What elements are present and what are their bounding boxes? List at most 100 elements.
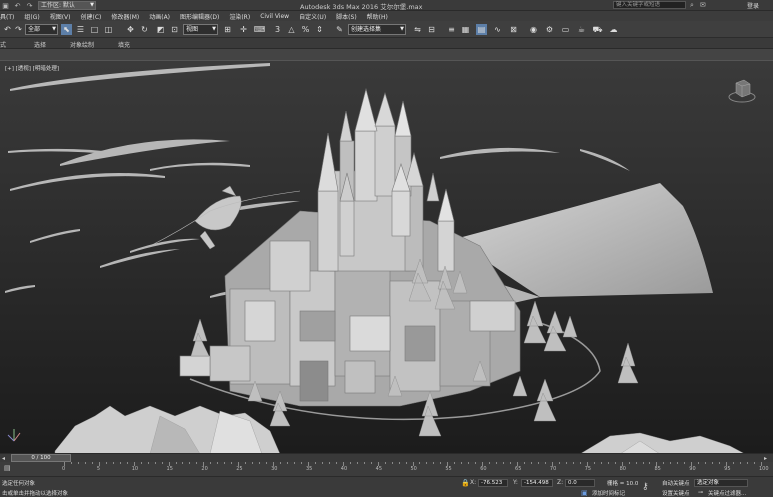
edit-named-selection-icon[interactable]: ✎ bbox=[334, 24, 345, 35]
menu-item[interactable]: 自定义(U) bbox=[299, 12, 326, 21]
ribbon-toggle-icon[interactable]: ▤ bbox=[476, 24, 487, 35]
keyboard-shortcut-icon[interactable]: ⌨ bbox=[254, 24, 266, 35]
chevron-down-icon: ▼ bbox=[90, 2, 94, 8]
chevron-down-icon: ▼ bbox=[400, 26, 404, 32]
ribbon-tab[interactable]: 对象绘制 bbox=[70, 40, 94, 49]
key-filters-button[interactable]: 关键点过滤器... bbox=[708, 489, 746, 497]
ribbon-tab[interactable]: 选择 bbox=[34, 40, 46, 49]
track-tick bbox=[196, 462, 198, 464]
chevron-right-icon[interactable]: ▸ bbox=[764, 455, 767, 462]
app-menu-icon[interactable]: ▣ bbox=[1, 1, 10, 10]
named-selection-dropdown[interactable]: 创建选择集 ▼ bbox=[348, 24, 406, 35]
menu-item[interactable]: 组(G) bbox=[24, 12, 39, 21]
mirror-icon[interactable]: ⇋ bbox=[412, 24, 423, 35]
key-selection-dropdown[interactable]: 选定对象 bbox=[694, 479, 748, 487]
time-slider-thumb[interactable]: 0 / 100 bbox=[11, 454, 71, 462]
schematic-view-icon[interactable]: ⊠ bbox=[508, 24, 519, 35]
snaps-toggle-icon[interactable]: 3 bbox=[272, 24, 283, 35]
track-tick bbox=[642, 462, 644, 464]
rectangular-selection-icon[interactable]: □ bbox=[89, 24, 100, 35]
track-tick bbox=[754, 462, 756, 464]
search-icon[interactable]: ⌕ bbox=[690, 1, 694, 10]
selection-filter-dropdown[interactable]: 全部 ▼ bbox=[25, 24, 58, 35]
material-editor-icon[interactable]: ◉ bbox=[528, 24, 539, 35]
set-key-button[interactable]: 设置关键点 bbox=[662, 489, 690, 497]
percent-snap-icon[interactable]: % bbox=[300, 24, 311, 35]
pivot-icon[interactable]: ⊞ bbox=[222, 24, 233, 35]
key-filter-icon[interactable]: ⊸ bbox=[698, 489, 703, 496]
track-tick-label: 40 bbox=[340, 466, 348, 472]
track-bar[interactable]: ▤ 0 5 10 15 20 25 30 35 40 45 50 55 60 65 70 75 80 85 90 95… bbox=[0, 462, 773, 476]
track-tick bbox=[363, 462, 365, 464]
track-tick bbox=[349, 462, 351, 464]
reference-coordinate-dropdown[interactable]: 视图 ▼ bbox=[183, 24, 218, 35]
render-frame-icon[interactable]: ▭ bbox=[560, 24, 571, 35]
menu-item[interactable]: 帮助(H) bbox=[367, 12, 388, 21]
viewcube-icon[interactable] bbox=[727, 75, 757, 105]
add-time-tag[interactable]: 添加时间标记 bbox=[592, 489, 625, 497]
manipulate-icon[interactable]: ✛ bbox=[238, 24, 249, 35]
window-crossing-icon[interactable]: ◫ bbox=[103, 24, 114, 35]
scene-explorer-icon[interactable]: ▦ bbox=[460, 24, 471, 35]
redo-icon[interactable]: ↷ bbox=[25, 1, 34, 10]
track-tick bbox=[503, 462, 505, 464]
chevron-left-icon[interactable]: ◂ bbox=[2, 455, 5, 462]
track-tick-label: 70 bbox=[549, 466, 557, 472]
render-iterative-icon[interactable]: ⛟ bbox=[592, 24, 603, 35]
login-button[interactable]: 登录 bbox=[747, 1, 759, 10]
track-tick bbox=[391, 462, 393, 464]
track-tick bbox=[475, 462, 477, 464]
auto-key-button[interactable]: 自动关键点 bbox=[662, 479, 690, 487]
menu-item[interactable]: Civil View bbox=[260, 13, 289, 20]
x-coord-field[interactable]: -76.523 bbox=[478, 479, 508, 487]
track-tick bbox=[175, 462, 177, 464]
key-icon[interactable]: ⚷ bbox=[642, 482, 649, 492]
viewport-label[interactable]: [+] [透视] [明暗处理] bbox=[5, 64, 59, 72]
angle-snap-icon[interactable]: △ bbox=[286, 24, 297, 35]
workspace-dropdown[interactable]: 工作区: 默认 ▼ bbox=[38, 1, 96, 10]
track-tick bbox=[161, 462, 163, 464]
grid-size: 栅格 = 10.0 bbox=[607, 481, 639, 487]
rotate-icon[interactable]: ↻ bbox=[139, 24, 150, 35]
main-toolbar: ↶ ↷ 全部 ▼ ⬉ ☰ □ ◫ ✥ ↻ ◩ ⊡ 视图 ▼ ⊞ ✛ ⌨ 3 △ … bbox=[0, 21, 773, 38]
curve-editor-icon[interactable]: ∿ bbox=[492, 24, 503, 35]
ribbon-tab[interactable]: 填充 bbox=[118, 40, 130, 49]
y-coord-field[interactable]: -154.498 bbox=[521, 479, 553, 487]
render-production-icon[interactable]: ☕ bbox=[576, 24, 587, 35]
menu-item[interactable]: 视图(V) bbox=[50, 12, 71, 21]
track-tick-label: 50 bbox=[410, 466, 417, 472]
align-icon[interactable]: ⊟ bbox=[426, 24, 437, 35]
track-tick bbox=[537, 462, 539, 464]
perspective-viewport[interactable]: [+] [透视] [明暗处理] bbox=[0, 60, 773, 453]
menu-item[interactable]: 创建(C) bbox=[81, 12, 102, 21]
ribbon-tab[interactable]: 式 bbox=[0, 40, 6, 49]
open-mini-curve-editor-icon[interactable]: ▤ bbox=[4, 464, 18, 474]
place-icon[interactable]: ⊡ bbox=[169, 24, 180, 35]
select-by-name-icon[interactable]: ☰ bbox=[75, 24, 86, 35]
layer-manager-icon[interactable]: ≡ bbox=[446, 24, 457, 35]
move-icon[interactable]: ✥ bbox=[125, 24, 136, 35]
menu-item[interactable]: 渲染(R) bbox=[229, 12, 250, 21]
menu-item[interactable]: 修改器(M) bbox=[111, 12, 139, 21]
track-tick bbox=[663, 462, 665, 464]
render-setup-icon[interactable]: ⚙ bbox=[544, 24, 555, 35]
menu-item[interactable]: 图形编辑器(D) bbox=[180, 12, 219, 21]
z-coord-field[interactable]: 0.0 bbox=[565, 479, 595, 487]
spinner-snap-icon[interactable]: ⇕ bbox=[314, 24, 325, 35]
select-object-icon[interactable]: ⬉ bbox=[61, 24, 72, 35]
render-cloud-icon[interactable]: ☁ bbox=[608, 24, 619, 35]
track-tick bbox=[91, 462, 93, 464]
selection-filter-value: 全部 bbox=[28, 26, 41, 33]
menu-item[interactable]: 脚本(S) bbox=[336, 12, 357, 21]
menu-item[interactable]: 动画(A) bbox=[149, 12, 170, 21]
community-icon[interactable]: ✉ bbox=[700, 1, 706, 10]
redo-icon[interactable]: ↷ bbox=[13, 24, 24, 35]
help-search-input[interactable]: 键入关键字或短语 bbox=[613, 1, 686, 9]
add-time-tag-icon[interactable]: ▣ bbox=[581, 489, 588, 497]
scale-icon[interactable]: ◩ bbox=[155, 24, 166, 35]
undo-icon[interactable]: ↶ bbox=[2, 24, 13, 35]
menu-item[interactable]: 具(T) bbox=[0, 12, 14, 21]
lock-icon[interactable]: 🔒 bbox=[461, 479, 470, 487]
undo-icon[interactable]: ↶ bbox=[13, 1, 22, 10]
time-slider[interactable]: ◂ 0 / 100 ▸ bbox=[0, 453, 773, 462]
